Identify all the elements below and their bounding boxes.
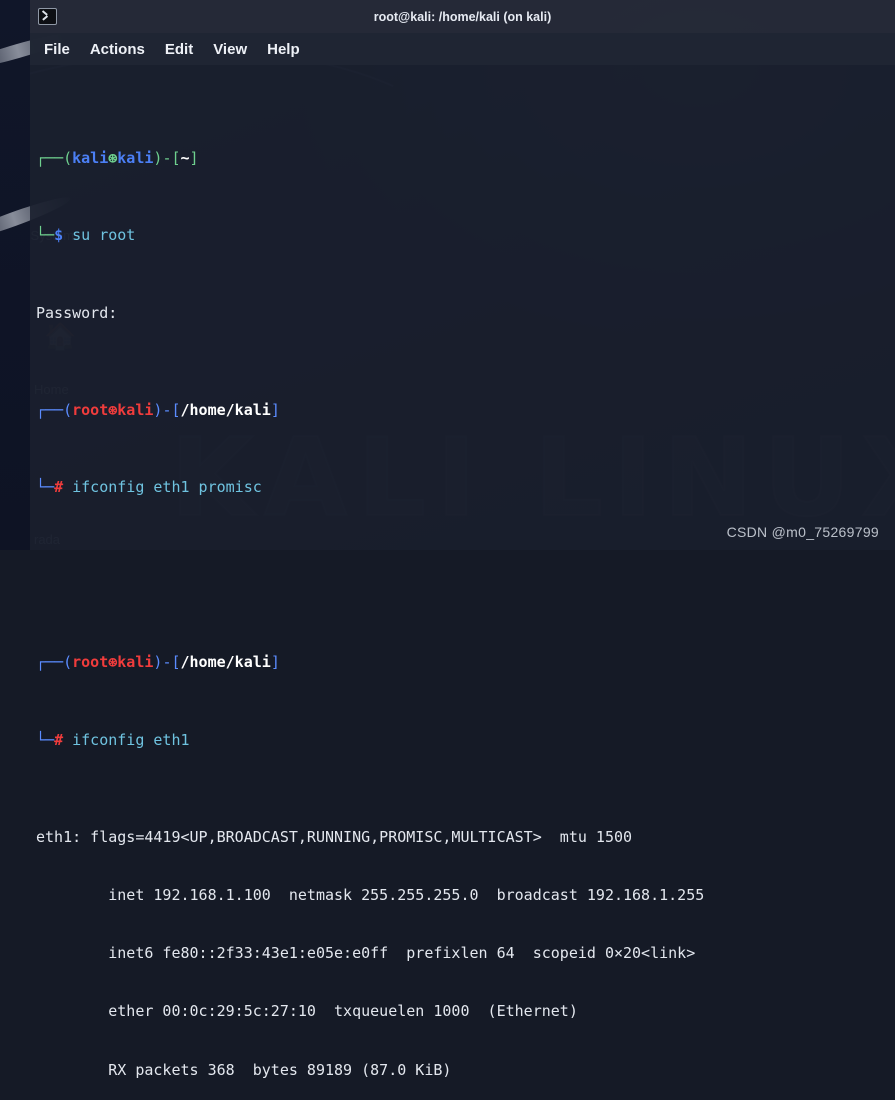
prompt-line-bottom: └─$ su root (36, 226, 895, 245)
menu-item-view[interactable]: View (213, 41, 247, 58)
prompt-line-bottom: └─# ifconfig eth1 (36, 731, 895, 750)
output-line: inet6 fe80::2f33:43e1:e05e:e0ff prefixle… (36, 944, 895, 963)
prompt-path-open: -[ (162, 149, 180, 167)
window-titlebar[interactable]: root@kali: /home/kali (on kali) (30, 0, 895, 33)
prompt-path-open: -[ (162, 401, 180, 419)
watermark-text: CSDN @m0_75269799 (727, 524, 879, 540)
prompt-line-top: ┌──(root⊛kali)-[/home/kali] (36, 653, 895, 672)
terminal-command: ifconfig eth1 promisc (72, 478, 262, 496)
prompt-host: kali (117, 149, 153, 167)
prompt-user: root (72, 653, 108, 671)
terminal-command: su root (72, 226, 135, 244)
menu-bar: File Actions Edit View Help (30, 33, 895, 65)
prompt-path-open: -[ (162, 653, 180, 671)
prompt-sigil: # (54, 478, 63, 496)
prompt-separator-icon: ⊛ (108, 653, 117, 671)
box-drawing-top: ┌── (36, 653, 63, 671)
blank-line (36, 556, 895, 575)
box-drawing-top: ┌── (36, 401, 63, 419)
prompt-host: kali (117, 401, 153, 419)
prompt-path-close: ] (190, 149, 199, 167)
prompt-path: ~ (181, 149, 190, 167)
box-drawing-bottom: └─ (36, 478, 54, 496)
terminal-window: root@kali: /home/kali (on kali) File Act… (30, 0, 895, 550)
prompt-path: /home/kali (181, 401, 271, 419)
prompt-user: root (72, 401, 108, 419)
prompt-path-close: ] (271, 653, 280, 671)
password-prompt: Password: (36, 304, 895, 323)
terminal-screen[interactable]: ┌──(kali⊛kali)-[~] └─$ su root Password:… (30, 65, 895, 1100)
box-drawing-bottom: └─ (36, 226, 54, 244)
prompt-user: kali (72, 149, 108, 167)
prompt-path: /home/kali (181, 653, 271, 671)
prompt-line-bottom: └─# ifconfig eth1 promisc (36, 478, 895, 497)
output-line: eth1: flags=4419<UP,BROADCAST,RUNNING,PR… (36, 828, 895, 847)
desktop-left-strip (0, 0, 30, 550)
menu-item-help[interactable]: Help (267, 41, 300, 58)
prompt-line-top: ┌──(root⊛kali)-[/home/kali] (36, 401, 895, 420)
output-line: RX packets 368 bytes 89189 (87.0 KiB) (36, 1061, 895, 1080)
menu-item-actions[interactable]: Actions (90, 41, 145, 58)
prompt-line-top: ┌──(kali⊛kali)-[~] (36, 149, 895, 168)
output-line: ether 00:0c:29:5c:27:10 txqueuelen 1000 … (36, 1002, 895, 1021)
prompt-separator-icon: ⊛ (108, 401, 117, 419)
box-drawing-bottom: └─ (36, 731, 54, 749)
prompt-path-close: ] (271, 401, 280, 419)
terminal-icon (38, 8, 57, 25)
box-drawing-top: ┌── (36, 149, 63, 167)
prompt-sigil: # (54, 731, 63, 749)
prompt-host: kali (117, 653, 153, 671)
prompt-separator-icon: ⊛ (108, 149, 117, 167)
terminal-command: ifconfig eth1 (72, 731, 189, 749)
output-line: inet 192.168.1.100 netmask 255.255.255.0… (36, 886, 895, 905)
menu-item-edit[interactable]: Edit (165, 41, 193, 58)
window-title: root@kali: /home/kali (on kali) (30, 10, 895, 24)
prompt-sigil: $ (54, 226, 63, 244)
menu-item-file[interactable]: File (44, 41, 70, 58)
